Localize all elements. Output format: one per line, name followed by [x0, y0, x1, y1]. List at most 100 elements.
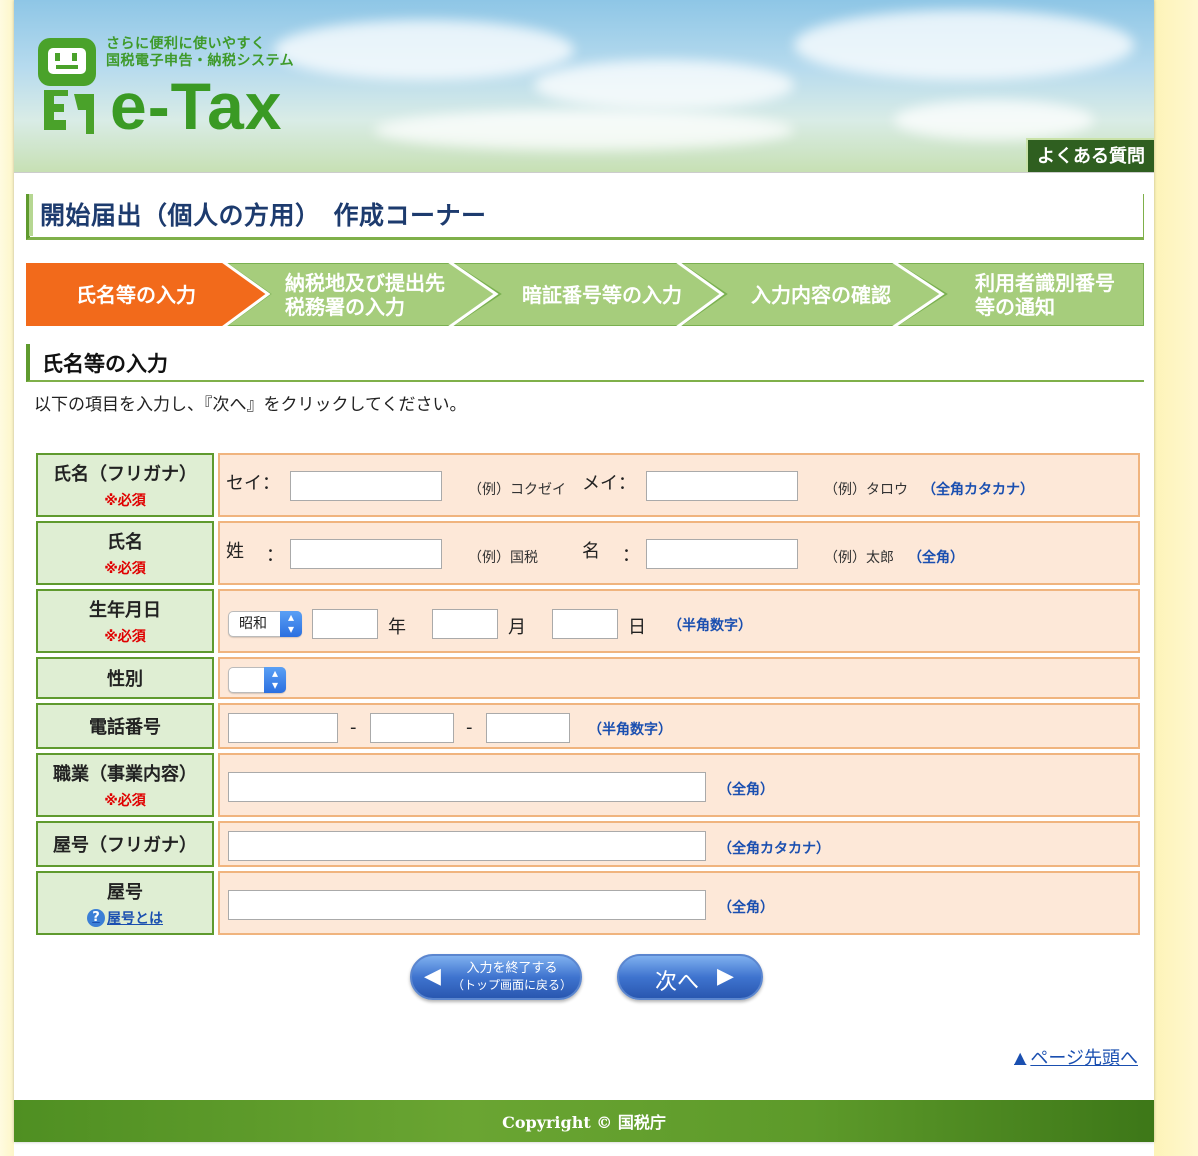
sei-kana-example: （例）コクゼイ — [468, 482, 566, 498]
copyright-text: Copyright © 国税庁 — [502, 1113, 666, 1132]
row-name-kana: 氏名（フリガナ） ※必須 セイ： （例）コクゼイ メイ： （例）タロウ （全角カ… — [36, 453, 1140, 517]
label-text: 屋号 — [107, 882, 143, 903]
phone-sep1: - — [350, 717, 357, 738]
step-progress: 氏名等の入力 納税地及び提出先 税務署の入力 暗証番号等の入力 入力内容の確認 … — [26, 263, 1144, 326]
logo-tagline: さらに便利に使いやすく 国税電子申告・納税システム — [106, 36, 294, 70]
label-name: 氏名 ※必須 — [36, 521, 214, 585]
page-top-link[interactable]: ▲ ページ先頭へ — [1014, 1044, 1138, 1070]
row-occupation: 職業（事業内容） ※必須 （全角） — [36, 753, 1140, 817]
mei-input[interactable] — [646, 539, 798, 569]
label-birthdate: 生年月日 ※必須 — [36, 589, 214, 653]
birth-year-input[interactable] — [312, 609, 378, 639]
page-top-arrow-icon: ▲ — [1014, 1047, 1027, 1067]
tagline-line1: さらに便利に使いやすく — [106, 36, 266, 52]
label-text: 電話番号 — [89, 717, 161, 738]
birth-day-input[interactable] — [552, 609, 618, 639]
footer: Copyright © 国税庁 — [14, 1100, 1154, 1142]
era-selected: 昭和 — [239, 616, 267, 632]
sei-label: 姓 — [226, 541, 244, 562]
row-yago: 屋号 ? 屋号とは （全角） — [36, 871, 1140, 935]
required-mark: ※必須 — [104, 793, 146, 809]
phone-part2-input[interactable] — [370, 713, 454, 743]
value-yago-kana: （全角カタカナ） — [218, 821, 1140, 867]
yago-help-link[interactable]: ? 屋号とは — [87, 908, 163, 928]
label-yago: 屋号 ? 屋号とは — [36, 871, 214, 935]
page: さらに便利に使いやすく 国税電子申告・納税システム e-Tax よくある質問 開… — [14, 0, 1154, 1142]
mei-example: （例）太郎 — [824, 550, 894, 566]
label-text: 氏名 — [107, 532, 143, 553]
row-gender: 性別 ▴ ▾ — [36, 657, 1140, 699]
step-5-notify: 利用者識別番号 等の通知 — [975, 270, 1115, 319]
yago-note: （全角） — [718, 900, 774, 916]
yago-kana-note: （全角カタカナ） — [718, 841, 830, 857]
step-2-address-entry: 納税地及び提出先 税務署の入力 — [285, 270, 445, 319]
gender-select[interactable]: ▴ ▾ — [228, 667, 286, 693]
instruction-text: 以下の項目を入力し、『次へ』をクリックしてください。 — [34, 395, 467, 415]
yago-input[interactable] — [228, 890, 706, 920]
row-birthdate: 生年月日 ※必須 昭和 ▴ ▾ 年 月 日 （半角数字） — [36, 589, 1140, 653]
next-button[interactable]: 次へ ▶ — [617, 954, 763, 1000]
label-yago-kana: 屋号（フリガナ） — [36, 821, 214, 867]
era-select[interactable]: 昭和 ▴ ▾ — [228, 611, 302, 637]
step-4-confirm: 入力内容の確認 — [751, 282, 891, 307]
etax-mascot-icon — [38, 38, 96, 134]
year-unit: 年 — [388, 617, 406, 638]
phone-part3-input[interactable] — [486, 713, 570, 743]
month-unit: 月 — [508, 617, 526, 638]
sei-input[interactable] — [290, 539, 442, 569]
quit-button[interactable]: ◀ 入力を終了する （トップ画面に戻る） — [410, 954, 582, 1000]
arrow-right-icon: ▶ — [717, 964, 734, 989]
help-icon: ? — [87, 909, 105, 927]
occupation-input[interactable] — [228, 772, 706, 802]
label-text: 性別 — [107, 669, 143, 690]
value-name-kana: セイ： （例）コクゼイ メイ： （例）タロウ （全角カタカナ） — [218, 453, 1140, 517]
label-text: 屋号（フリガナ） — [53, 835, 197, 856]
name-note: （全角） — [908, 550, 964, 566]
page-top-link-text: ページ先頭へ — [1030, 1048, 1138, 1069]
section-title: 氏名等の入力 — [42, 352, 168, 376]
sei-example: （例）国税 — [468, 550, 538, 566]
label-gender: 性別 — [36, 657, 214, 699]
required-mark: ※必須 — [104, 493, 146, 509]
mei-colon: ： — [622, 545, 640, 566]
row-phone: 電話番号 - - （半角数字） — [36, 703, 1140, 749]
phone-note: （半角数字） — [588, 722, 672, 738]
value-phone: - - （半角数字） — [218, 703, 1140, 749]
required-mark: ※必須 — [104, 629, 146, 645]
section-header: 氏名等の入力 — [26, 344, 1144, 382]
label-text: 生年月日 — [89, 600, 161, 621]
chevron-updown-icon: ▴ ▾ — [280, 611, 302, 637]
quit-button-labels: 入力を終了する （トップ画面に戻る） — [452, 961, 572, 993]
phone-part1-input[interactable] — [228, 713, 338, 743]
value-birthdate: 昭和 ▴ ▾ 年 月 日 （半角数字） — [218, 589, 1140, 653]
value-yago: （全角） — [218, 871, 1140, 935]
value-name: 姓 ： （例）国税 名 ： （例）太郎 （全角） — [218, 521, 1140, 585]
faq-link[interactable]: よくある質問 — [1026, 138, 1154, 172]
sei-colon: ： — [266, 545, 284, 566]
birth-month-input[interactable] — [432, 609, 498, 639]
sei-kana-label: セイ： — [226, 473, 280, 494]
value-occupation: （全角） — [218, 753, 1140, 817]
sei-kana-input[interactable] — [290, 471, 442, 501]
page-title-box: 開始届出（個人の方用） 作成コーナー — [26, 194, 1144, 240]
arrow-left-icon: ◀ — [424, 964, 441, 989]
mei-kana-example: （例）タロウ — [824, 482, 908, 498]
page-title: 開始届出（個人の方用） 作成コーナー — [40, 201, 487, 230]
label-name-kana: 氏名（フリガナ） ※必須 — [36, 453, 214, 517]
yago-kana-input[interactable] — [228, 831, 706, 861]
mei-kana-input[interactable] — [646, 471, 798, 501]
step-1-name-entry: 氏名等の入力 — [76, 282, 196, 307]
label-occupation: 職業（事業内容） ※必須 — [36, 753, 214, 817]
required-mark: ※必須 — [104, 561, 146, 577]
value-gender: ▴ ▾ — [218, 657, 1140, 699]
label-text: 氏名（フリガナ） — [53, 464, 197, 485]
quit-line1: 入力を終了する — [466, 961, 558, 976]
help-link-text: 屋号とは — [107, 911, 163, 927]
label-text: 職業（事業内容） — [53, 764, 197, 785]
mei-kana-label: メイ： — [582, 473, 636, 494]
row-yago-kana: 屋号（フリガナ） （全角カタカナ） — [36, 821, 1140, 867]
step-3-pin-entry: 暗証番号等の入力 — [522, 282, 682, 307]
kana-note: （全角カタカナ） — [922, 482, 1034, 498]
mei-label: 名 — [582, 541, 600, 562]
header: さらに便利に使いやすく 国税電子申告・納税システム e-Tax よくある質問 — [14, 0, 1154, 173]
